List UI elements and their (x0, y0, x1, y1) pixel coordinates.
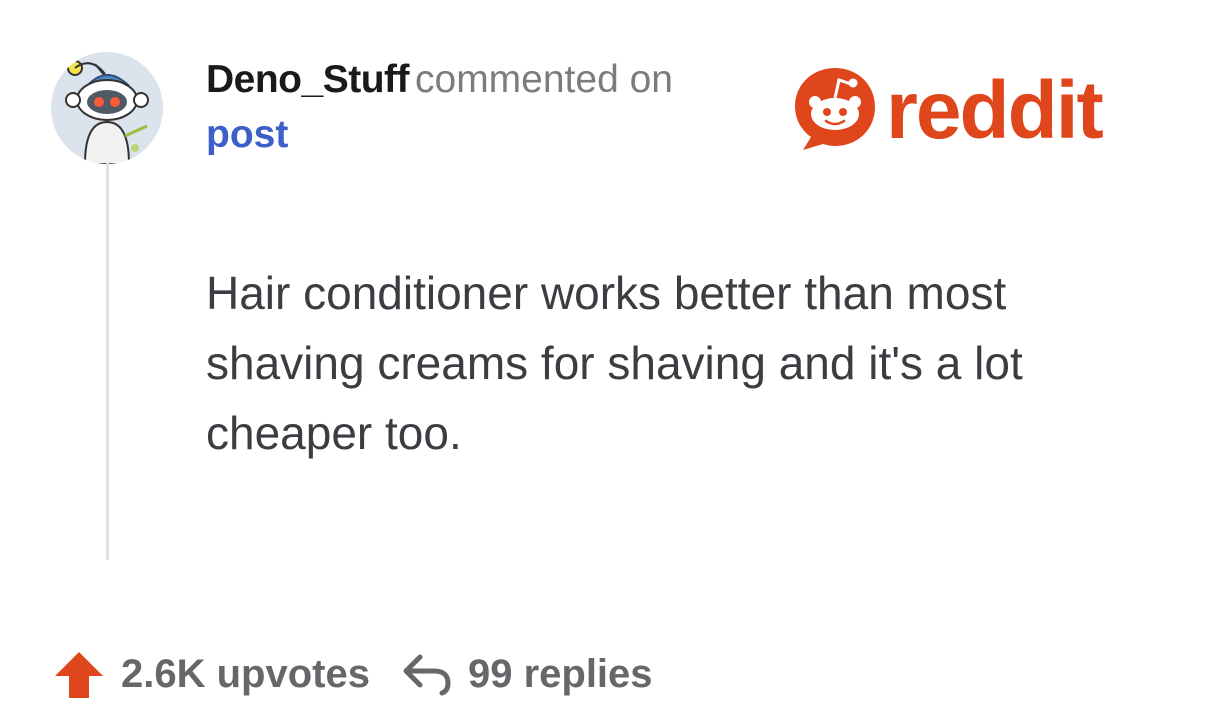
comment-actions: 2.6K upvotes 99 replies (51, 646, 653, 702)
thread-line (106, 162, 109, 560)
snoo-avatar-icon (51, 52, 163, 164)
user-avatar[interactable] (51, 52, 163, 164)
reddit-wordmark: reddit (886, 66, 1103, 152)
reply-arrow-icon (400, 651, 456, 697)
reply-count: 99 replies (467, 651, 653, 696)
upvote-arrow-icon (51, 646, 107, 702)
upvote-count: 2.6K upvotes (121, 651, 370, 696)
comment-body: Hair conditioner works better than most … (206, 267, 1023, 459)
username-link[interactable]: Deno_Stuff (206, 58, 410, 101)
reply-button[interactable]: 99 replies (370, 651, 653, 697)
post-link[interactable]: post (206, 112, 288, 158)
action-text: commented on (415, 58, 673, 101)
reddit-snoo-icon (795, 68, 875, 150)
reddit-logo: reddit (793, 66, 1163, 152)
upvote-button[interactable]: 2.6K upvotes (51, 646, 370, 702)
comment-header: Deno_Stuff commented on (206, 57, 673, 103)
